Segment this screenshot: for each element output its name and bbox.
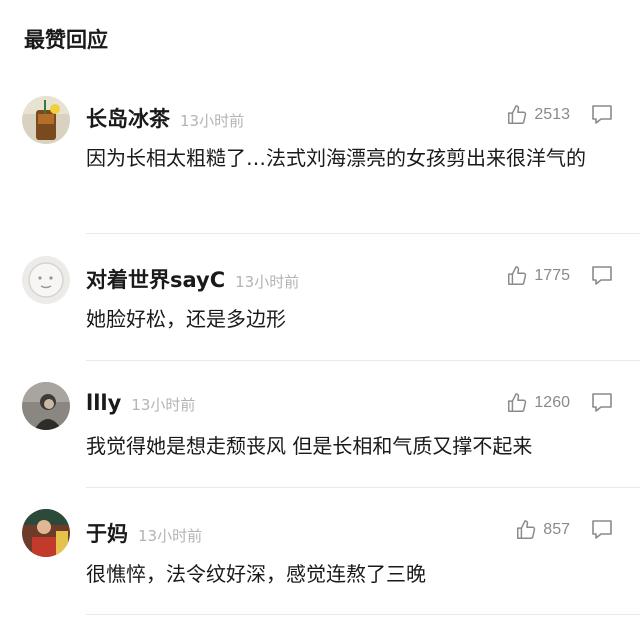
divider [86,233,640,234]
comment-text: 我觉得她是想走颓丧风 但是长相和气质又撑不起来 [86,434,533,458]
timestamp: 13小时前 [131,396,196,414]
username[interactable]: 长岛冰茶 [86,103,170,133]
comment-actions: 2513 [506,101,614,129]
avatar[interactable] [22,96,70,144]
divider [86,360,640,361]
avatar[interactable] [22,382,70,430]
comment-actions: 1775 [506,262,614,290]
username[interactable]: 于妈 [86,518,128,548]
avatar-image [22,96,70,144]
like-count: 1775 [534,267,570,284]
comment-header: 长岛冰茶 13小时前 [86,103,244,135]
divider [86,487,640,488]
timestamp: 13小时前 [138,527,203,545]
comment-header: llly 13小时前 [86,391,195,423]
comment-text: 因为长相太粗糙了…法式刘海漂亮的女孩剪出来很洋气的 [86,146,586,170]
comment-bubble-icon[interactable] [590,104,614,126]
like-count: 1260 [534,394,570,411]
avatar-image [22,509,70,557]
timestamp: 13小时前 [235,273,300,291]
thumbs-up-icon[interactable] [506,104,528,126]
username[interactable]: llly [86,391,121,415]
avatar[interactable] [22,509,70,557]
avatar-image [22,256,70,304]
avatar[interactable] [22,256,70,304]
timestamp: 13小时前 [180,112,245,130]
divider [86,614,640,615]
thumbs-up-icon[interactable] [506,392,528,414]
comment-bubble-icon[interactable] [590,392,614,414]
avatar-image [22,382,70,430]
comment-header: 于妈 13小时前 [86,518,202,550]
like-count: 857 [543,521,570,538]
comment-actions: 1260 [506,389,614,417]
comment-bubble-icon[interactable] [590,265,614,287]
section-title: 最赞回应 [24,28,108,52]
like-count: 2513 [534,106,570,123]
comment-header: 对着世界sayC 13小时前 [86,264,299,296]
comment-text: 很憔悴，法令纹好深，感觉连熬了三晚 [86,562,426,586]
comment-actions: 857 [515,516,614,544]
comment-text: 她脸好松，还是多边形 [86,307,286,331]
thumbs-up-icon[interactable] [515,519,537,541]
comment-bubble-icon[interactable] [590,519,614,541]
thumbs-up-icon[interactable] [506,265,528,287]
username[interactable]: 对着世界sayC [86,264,225,294]
